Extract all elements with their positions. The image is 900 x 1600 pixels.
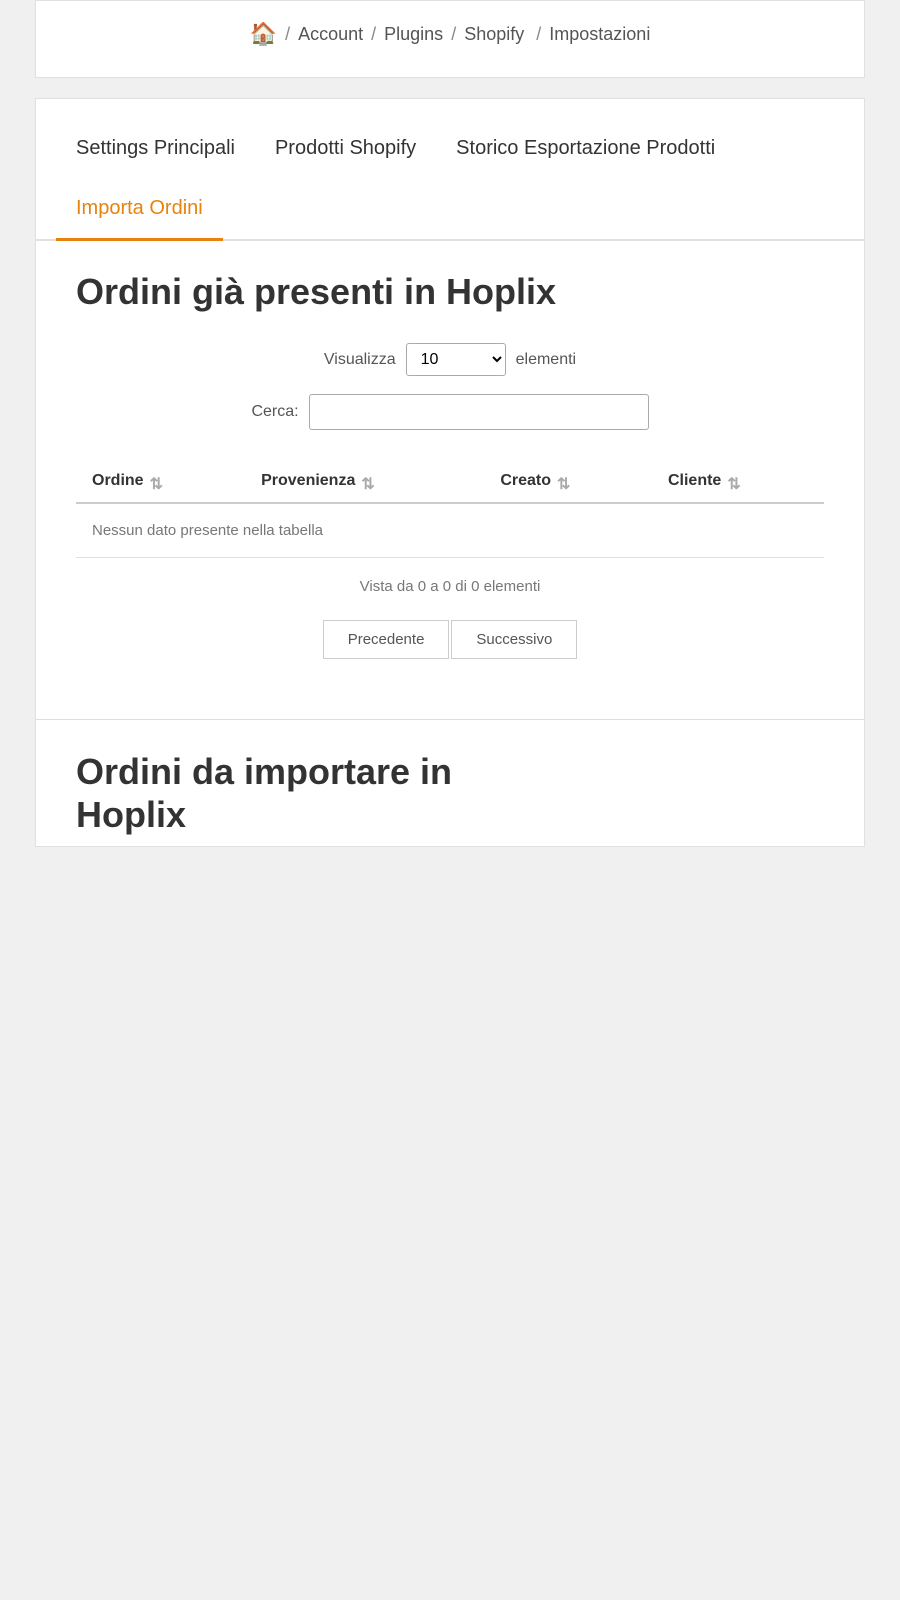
tab-settings-principali[interactable]: Settings Principali	[56, 119, 255, 181]
breadcrumb-plugins[interactable]: Plugins	[384, 24, 443, 45]
tab-importa-ordini[interactable]: Importa Ordini	[56, 179, 223, 241]
sort-icon-cliente: ⇅	[727, 479, 740, 490]
btn-successivo[interactable]: Successivo	[451, 620, 577, 659]
breadcrumb-impostazioni[interactable]: Impostazioni	[549, 24, 650, 45]
tab-storico-esportazione[interactable]: Storico Esportazione Prodotti	[436, 119, 735, 181]
visualizza-label: Visualizza	[324, 351, 396, 369]
orders-table: Ordine ⇅ Provenienza ⇅ C	[76, 460, 824, 557]
col-ordine[interactable]: Ordine ⇅	[76, 460, 245, 503]
sort-icon-provenienza: ⇅	[361, 479, 374, 490]
main-card: Settings Principali Prodotti Shopify Sto…	[35, 98, 865, 847]
breadcrumb-card: 🏠 / Account / Plugins / Shopify / Impost…	[35, 0, 865, 78]
col-cliente[interactable]: Cliente ⇅	[652, 460, 824, 503]
tabs-container: Settings Principali Prodotti Shopify Sto…	[36, 99, 864, 241]
section1-title: Ordini già presenti in Hoplix	[76, 271, 824, 313]
col-provenienza[interactable]: Provenienza ⇅	[245, 460, 484, 503]
items-per-page-select[interactable]: 10 25 50 100	[406, 343, 506, 376]
visualizza-row: Visualizza 10 25 50 100 elementi	[76, 343, 824, 376]
empty-message: Nessun dato presente nella tabella	[76, 503, 824, 557]
search-row: Cerca:	[76, 394, 824, 430]
sort-icon-ordine: ⇅	[150, 479, 163, 490]
col-creato[interactable]: Creato ⇅	[484, 460, 652, 503]
search-input[interactable]	[309, 394, 649, 430]
separator-1: /	[285, 24, 290, 45]
btn-precedente[interactable]: Precedente	[323, 620, 450, 659]
home-icon[interactable]: 🏠	[250, 21, 277, 47]
breadcrumb-shopify[interactable]: Shopify	[464, 24, 524, 45]
sort-icon-creato: ⇅	[557, 479, 570, 490]
empty-row: Nessun dato presente nella tabella	[76, 503, 824, 557]
pagination-info: Vista da 0 a 0 di 0 elementi	[76, 557, 824, 605]
breadcrumb: 🏠 / Account / Plugins / Shopify / Impost…	[66, 21, 834, 47]
tab-prodotti-shopify[interactable]: Prodotti Shopify	[255, 119, 436, 181]
section1-content: Ordini già presenti in Hoplix Visualizza…	[36, 241, 864, 719]
elementi-label: elementi	[516, 351, 576, 369]
breadcrumb-account[interactable]: Account	[298, 24, 363, 45]
section2-title: Ordini da importare inHoplix	[36, 720, 864, 846]
separator-3: /	[451, 24, 456, 45]
cerca-label: Cerca:	[251, 403, 298, 421]
pagination-buttons: Precedente Successivo	[76, 605, 824, 679]
separator-2: /	[371, 24, 376, 45]
page-wrapper: 🏠 / Account / Plugins / Shopify / Impost…	[0, 0, 900, 847]
separator-4: /	[536, 24, 541, 45]
